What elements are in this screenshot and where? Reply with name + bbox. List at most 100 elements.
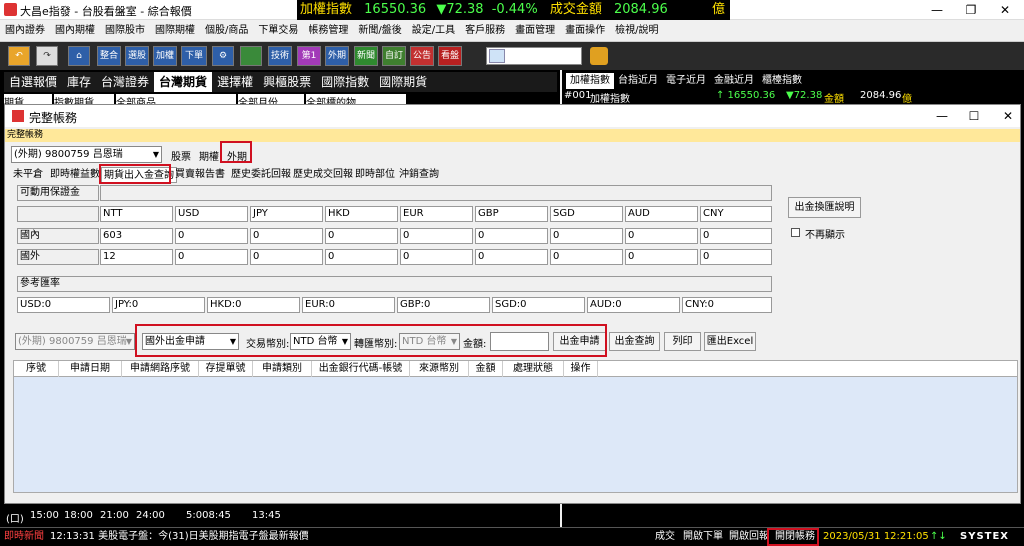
column-header[interactable]: 來源幣別 <box>410 361 469 377</box>
time-axis: (口) 15:00 18:00 21:00 24:00 5:008:45 13:… <box>0 507 560 525</box>
account-select[interactable]: (外期) 9800759 吕恩瑞 ▼ <box>11 146 162 163</box>
highlight-box <box>767 528 819 546</box>
menu-item[interactable]: 畫面管理 <box>510 20 560 42</box>
dialog-header: 完整帳務 <box>5 129 1020 142</box>
search-input[interactable] <box>486 47 582 65</box>
column-header[interactable]: 序號 <box>14 361 59 377</box>
filter-select[interactable]: 全部商品 <box>116 94 236 104</box>
menu-item[interactable]: 國際期權 <box>150 20 200 42</box>
menu-item[interactable]: 個股/商品 <box>200 20 253 42</box>
filter-select[interactable]: 全部標的物 <box>306 94 406 104</box>
status-open-order[interactable]: 開啟下單 <box>683 528 723 546</box>
time-tick: 18:00 <box>64 510 93 521</box>
menu-item[interactable]: 客戶服務 <box>460 20 510 42</box>
status-fills[interactable]: 成交 <box>655 528 675 546</box>
currency-header: GBP <box>475 206 548 222</box>
tab-options[interactable]: 選擇權 <box>212 72 258 92</box>
chart-icon[interactable] <box>240 46 262 66</box>
menu-item[interactable]: 畫面操作 <box>560 20 610 42</box>
column-header[interactable]: 操作 <box>564 361 598 377</box>
toolbar-button[interactable]: 第1 <box>297 46 321 66</box>
toolbar-button[interactable]: 自訂 <box>382 46 406 66</box>
toolbar-button[interactable]: 技術 <box>268 46 292 66</box>
subtab-equity[interactable]: 即時權益數 <box>48 167 102 183</box>
home-icon[interactable]: ⌂ <box>68 46 90 66</box>
dialog-minimize-button[interactable]: — <box>925 106 959 126</box>
gear-icon[interactable]: ⚙ <box>212 46 234 66</box>
title-bar: 大昌e指發 - 台股看盤室 - 綜合報價 加權指數 16550.36 ▼72.3… <box>0 0 1024 20</box>
tab-tf-near[interactable]: 金融近月 <box>710 73 758 89</box>
tab-intl-futures[interactable]: 國際期貨 <box>374 72 432 92</box>
export-excel-button[interactable]: 匯出Excel <box>704 332 756 351</box>
dialog-close-button[interactable]: ✕ <box>991 106 1024 126</box>
status-datetime: 2023/05/31 12:21:05 <box>823 531 929 542</box>
window-title: 大昌e指發 - 台股看盤室 - 綜合報價 <box>20 5 192 18</box>
column-header[interactable]: 處理狀態 <box>503 361 564 377</box>
subtab-open-position[interactable]: 未平倉 <box>11 167 45 183</box>
toolbar-button[interactable]: 新聞 <box>354 46 378 66</box>
toolbar-button[interactable]: 外期 <box>325 46 349 66</box>
column-header[interactable]: 出金銀行代碼-帳號 <box>312 361 410 377</box>
ticker-amount: 2084.96 <box>613 2 668 17</box>
subtab-offset-query[interactable]: 沖銷查詢 <box>397 167 441 183</box>
toolbar-button[interactable]: 選股 <box>125 46 149 66</box>
status-open-report[interactable]: 開啟回報 <box>729 528 769 546</box>
print-button[interactable]: 列印 <box>664 332 701 351</box>
tab-tw-futures[interactable]: 台灣期貨 <box>154 72 213 92</box>
column-header[interactable]: 申請類別 <box>253 361 312 377</box>
menu-item[interactable]: 設定/工具 <box>407 20 460 42</box>
subtab-fill-history[interactable]: 歷史成交回報 <box>291 167 355 183</box>
toolbar-button[interactable]: 整合 <box>97 46 121 66</box>
maximize-button[interactable]: ❐ <box>954 0 988 20</box>
tab-emerging[interactable]: 興櫃股票 <box>258 72 316 92</box>
no-show-checkbox[interactable] <box>791 228 800 237</box>
close-button[interactable]: ✕ <box>988 0 1022 20</box>
menu-item[interactable]: 國內期權 <box>50 20 100 42</box>
minimize-button[interactable]: — <box>920 0 954 20</box>
request-account-select[interactable]: (外期) 9800759 吕恩瑞 ▼ <box>15 333 135 350</box>
subtab-trade-report[interactable]: 買賣報告書 <box>173 167 227 183</box>
dialog-maximize-button[interactable]: ☐ <box>957 106 991 126</box>
lock-icon[interactable] <box>590 47 608 65</box>
explain-button[interactable]: 出金換匯說明 <box>788 197 861 218</box>
filter-select[interactable]: 期貨 <box>4 94 52 104</box>
subtab-realtime-position[interactable]: 即時部位 <box>353 167 397 183</box>
tab-te-near[interactable]: 電子近月 <box>662 73 710 89</box>
toolbar-button[interactable]: 看盤 <box>438 46 462 66</box>
type-tab-futures[interactable]: 期權 <box>199 148 219 163</box>
toolbar-button[interactable]: 下單 <box>181 46 207 66</box>
tab-tx-near[interactable]: 台指近月 <box>614 73 662 89</box>
tab-inventory[interactable]: 庫存 <box>62 72 96 92</box>
rate-cell: HKD:0 <box>207 297 300 313</box>
news-ticker[interactable]: 12:13:31 美股電子盤：今(31)日美股期指電子盤最新報價 <box>50 528 309 546</box>
column-header[interactable]: 金額 <box>469 361 503 377</box>
tab-intl-index[interactable]: 國際指數 <box>316 72 374 92</box>
filter-select[interactable]: 全部月份 <box>238 94 304 104</box>
balance-cell: 0 <box>475 228 548 244</box>
menu-item[interactable]: 下單交易 <box>253 20 303 42</box>
undo-icon[interactable]: ↶ <box>8 46 30 66</box>
corner-cell <box>17 206 99 222</box>
left-tabs: 自選報價 庫存 台灣證券 台灣期貨 選擇權 興櫃股票 國際指數 國際期貨 <box>4 72 557 92</box>
redo-icon[interactable]: ↷ <box>36 46 58 66</box>
menu-item[interactable]: 檢視/說明 <box>610 20 663 42</box>
filter-select[interactable]: 指數期貨 <box>54 94 114 104</box>
tab-otc[interactable]: 櫃檯指數 <box>758 73 806 89</box>
type-tab-stock[interactable]: 股票 <box>171 148 191 163</box>
tab-favorites[interactable]: 自選報價 <box>4 72 62 92</box>
subtab-order-history[interactable]: 歷史委託回報 <box>229 167 293 183</box>
column-header[interactable]: 申請網路序號 <box>122 361 199 377</box>
menu-item[interactable]: 國際股市 <box>100 20 150 42</box>
column-header[interactable]: 申請日期 <box>59 361 122 377</box>
toolbar-button[interactable]: 加權 <box>153 46 177 66</box>
menu-item[interactable]: 國內證券 <box>0 20 50 42</box>
tab-tw-stocks[interactable]: 台灣證券 <box>96 72 154 92</box>
column-header[interactable]: 存提單號 <box>199 361 253 377</box>
news-label: 即時新聞 <box>4 531 44 542</box>
menu-item[interactable]: 帳務管理 <box>303 20 353 42</box>
tab-taiex[interactable]: 加權指數 <box>566 73 614 89</box>
toolbar-button[interactable]: 公告 <box>410 46 434 66</box>
menu-item[interactable]: 新聞/盤後 <box>353 20 406 42</box>
quote-row[interactable]: #001 加權指數 ↑ 16550.36 ▼72.38 金額 2084.96 億 <box>562 90 1024 105</box>
withdraw-query-button[interactable]: 出金查詢 <box>609 332 660 351</box>
